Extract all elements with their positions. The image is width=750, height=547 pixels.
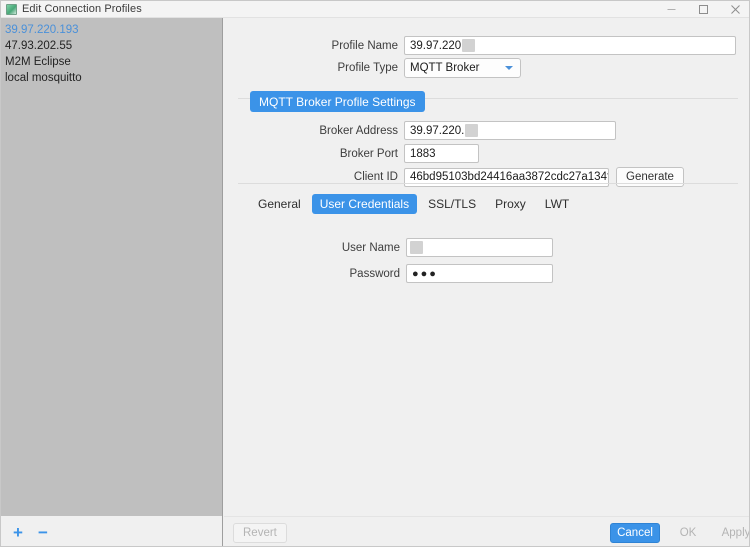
- broker-address-value: 39.97.220.: [410, 124, 465, 137]
- profile-name-label: Profile Name: [331, 39, 398, 52]
- edit-connection-profiles-window: Edit Connection Profiles 39.97.220.193 4…: [0, 0, 750, 547]
- tab-proxy[interactable]: Proxy: [487, 194, 534, 214]
- profile-item-label: local mosquitto: [5, 72, 82, 84]
- password-row: Password ●●●: [224, 264, 744, 283]
- broker-port-value: 1883: [410, 147, 436, 160]
- maximize-icon[interactable]: [687, 1, 719, 18]
- redaction-block: [410, 241, 423, 254]
- broker-address-label: Broker Address: [319, 124, 398, 137]
- profile-name-input[interactable]: 39.97.220: [404, 36, 736, 55]
- cancel-button[interactable]: Cancel: [610, 523, 660, 543]
- user-name-row: User Name: [224, 238, 744, 257]
- revert-button[interactable]: Revert: [233, 523, 287, 543]
- chevron-down-icon: [505, 66, 513, 70]
- minimize-icon[interactable]: [655, 1, 687, 18]
- list-item[interactable]: 39.97.220.193: [1, 22, 222, 38]
- broker-address-row: Broker Address 39.97.220.: [224, 121, 744, 140]
- profile-type-row: Profile Type MQTT Broker: [224, 58, 744, 78]
- title-bar: Edit Connection Profiles: [1, 1, 749, 18]
- sidebar-toolbar: + −: [1, 516, 222, 546]
- add-profile-button[interactable]: +: [10, 524, 26, 541]
- close-icon[interactable]: [719, 1, 749, 18]
- broker-port-input[interactable]: 1883: [404, 144, 479, 163]
- profile-type-select[interactable]: MQTT Broker: [404, 58, 521, 78]
- tab-user-credentials[interactable]: User Credentials: [311, 194, 418, 214]
- profile-editor-panel: Profile Name 39.97.220 Profile Type MQTT…: [224, 18, 749, 546]
- broker-settings-header: MQTT Broker Profile Settings: [250, 91, 425, 112]
- profile-type-value: MQTT Broker: [410, 62, 480, 74]
- profile-item-label: 47.93.202.55: [5, 40, 73, 52]
- profile-item-label: 39.97.220.193: [5, 24, 79, 36]
- client-id-row: Client ID 46bd95103bd24416aa3872cdc27a13…: [224, 167, 744, 187]
- profile-type-label: Profile Type: [337, 62, 398, 74]
- list-item[interactable]: local mosquitto: [1, 70, 222, 86]
- user-name-input[interactable]: [406, 238, 553, 257]
- tab-general[interactable]: General: [250, 194, 309, 214]
- app-icon: [6, 3, 17, 15]
- broker-port-row: Broker Port 1883: [224, 144, 744, 163]
- apply-button[interactable]: Apply: [713, 523, 749, 543]
- profile-item-label: M2M Eclipse: [5, 56, 71, 68]
- window-title: Edit Connection Profiles: [22, 3, 142, 15]
- broker-port-label: Broker Port: [339, 147, 398, 160]
- window-controls: [655, 1, 749, 18]
- password-label: Password: [349, 267, 401, 280]
- remove-profile-button[interactable]: −: [35, 524, 51, 541]
- profile-name-value: 39.97.220: [410, 39, 462, 52]
- tab-ssl-tls[interactable]: SSL/TLS: [420, 194, 484, 214]
- tab-lwt[interactable]: LWT: [537, 194, 577, 214]
- ok-button[interactable]: OK: [667, 523, 709, 543]
- user-name-label: User Name: [341, 241, 400, 254]
- redaction-block: [462, 39, 476, 52]
- profile-list[interactable]: 39.97.220.193 47.93.202.55 M2M Eclipse l…: [1, 18, 222, 516]
- dialog-footer: Revert Cancel OK Apply: [224, 516, 749, 546]
- list-item[interactable]: 47.93.202.55: [1, 38, 222, 54]
- password-input[interactable]: ●●●: [406, 264, 553, 283]
- profile-editor-content: Profile Name 39.97.220 Profile Type MQTT…: [224, 18, 749, 516]
- list-item[interactable]: M2M Eclipse: [1, 54, 222, 70]
- generate-button[interactable]: Generate: [616, 167, 684, 187]
- divider: [238, 183, 738, 184]
- client-id-label: Client ID: [353, 171, 398, 183]
- broker-address-input[interactable]: 39.97.220.: [404, 121, 616, 140]
- redaction-block: [465, 124, 479, 137]
- profile-name-row: Profile Name 39.97.220: [224, 36, 744, 55]
- password-value: ●●●: [412, 267, 438, 280]
- client-id-value: 46bd95103bd24416aa3872cdc27a134f: [410, 171, 609, 183]
- profiles-sidebar: 39.97.220.193 47.93.202.55 M2M Eclipse l…: [1, 18, 223, 546]
- settings-tabs: General User Credentials SSL/TLS Proxy L…: [250, 194, 580, 214]
